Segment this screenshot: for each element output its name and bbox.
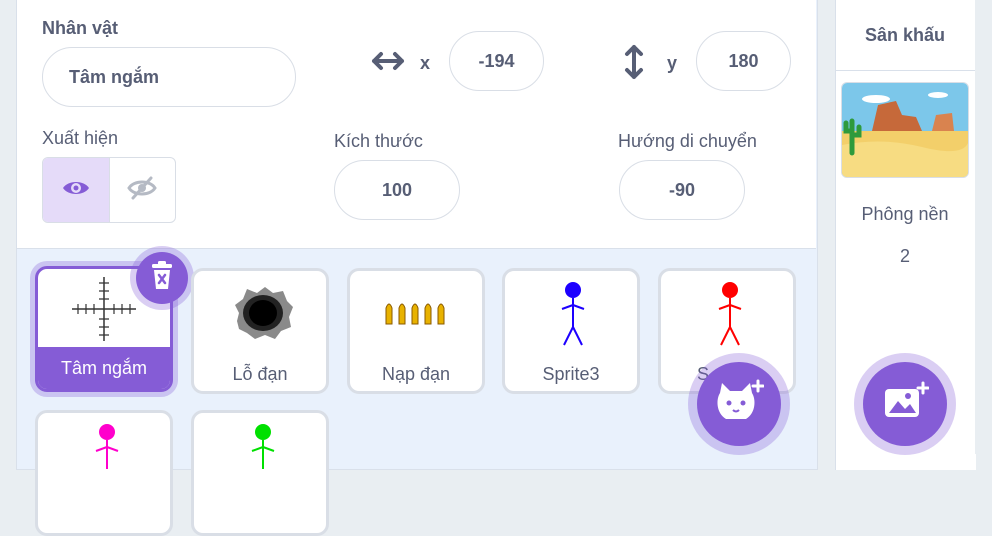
eye-icon: [61, 177, 91, 204]
image-plus-icon: [881, 381, 930, 428]
add-backdrop-button[interactable]: [863, 362, 947, 446]
backdrops-count: 2: [899, 246, 910, 266]
direction-input[interactable]: -90: [619, 160, 745, 220]
stage-title: Sân khấu: [835, 0, 975, 71]
sprite-tile-sprite3[interactable]: Sprite3: [502, 268, 640, 394]
eye-slash-icon: [127, 175, 158, 206]
sprite-label: Nhân vật: [42, 18, 119, 38]
cat-plus-icon: [714, 379, 765, 430]
y-label: y: [667, 53, 678, 73]
sprite-tile-label: Nạp đạn: [381, 364, 451, 384]
sprite-tile-nap-dan[interactable]: Nạp đạn: [347, 268, 485, 394]
green-stick-figure: [250, 421, 276, 496]
sprite-tile-label: Tâm ngắm: [60, 358, 148, 378]
horizontal-arrow-icon: [371, 50, 405, 77]
stage-thumbnail[interactable]: [841, 82, 969, 178]
blue-stick-figure: [560, 279, 586, 354]
size-input[interactable]: 100: [334, 160, 460, 220]
show-label: Xuất hiện: [42, 128, 119, 148]
trash-icon: [149, 260, 175, 296]
red-stick-figure: [717, 279, 743, 354]
vertical-arrow-icon: [624, 44, 644, 85]
y-input[interactable]: 180: [696, 31, 791, 91]
sprite-tile-lo-dan[interactable]: Lỗ đạn: [191, 268, 329, 394]
delete-sprite-button[interactable]: [136, 252, 188, 304]
x-label: x: [420, 53, 431, 73]
sprite-name-input[interactable]: Tâm ngắm: [42, 47, 296, 107]
add-sprite-button[interactable]: [697, 362, 781, 446]
size-label: Kích thước: [334, 131, 423, 151]
hide-button[interactable]: [110, 158, 176, 222]
bullet-hole-thumbnail: [231, 285, 295, 346]
sprite-tile-green[interactable]: [191, 410, 329, 536]
show-button[interactable]: [43, 158, 110, 222]
sprite-tile-magenta[interactable]: [35, 410, 173, 536]
bullets-thumbnail: [383, 298, 451, 331]
x-input[interactable]: -194: [449, 31, 544, 91]
direction-label: Hướng di chuyển: [618, 131, 757, 151]
sprite-tile-label: Sprite3: [542, 364, 600, 384]
crosshair-thumbnail: [71, 275, 137, 348]
right-edge: [975, 0, 992, 454]
magenta-stick-figure: [94, 421, 120, 496]
backdrops-label: Phông nền: [861, 204, 949, 224]
desert-backdrop-thumbnail: [842, 83, 968, 177]
show-toggle: [42, 157, 176, 223]
sprite-tile-label: Lỗ đạn: [232, 364, 288, 384]
